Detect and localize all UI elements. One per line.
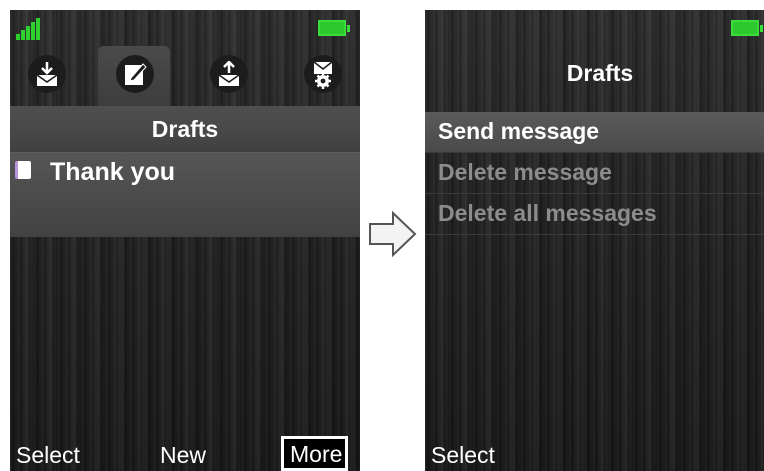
menu-item-delete-message[interactable]: Delete message xyxy=(425,153,764,194)
menu-item-label: Delete all messages xyxy=(438,200,657,226)
page-title: Drafts xyxy=(566,60,634,86)
drafts-options-screen: Drafts Send message Delete message Delet… xyxy=(425,10,764,471)
softkey-select[interactable]: Select xyxy=(16,442,80,469)
message-folder-tabs xyxy=(10,46,360,106)
right-arrow-icon xyxy=(369,211,417,257)
softkey-more[interactable]: More xyxy=(281,436,349,471)
tab-message-settings[interactable] xyxy=(286,46,358,106)
tab-outbox[interactable] xyxy=(192,46,264,106)
page-title: Drafts xyxy=(151,116,219,142)
outbox-upload-icon xyxy=(218,61,240,86)
battery-icon xyxy=(318,20,350,36)
inbox-download-icon xyxy=(36,62,58,86)
message-subject: Thank you xyxy=(50,158,176,186)
menu-item-label: Send message xyxy=(438,118,600,144)
menu-item-send-message[interactable]: Send message xyxy=(425,112,764,153)
drafts-list-screen: Drafts Thank you Select New More xyxy=(10,10,360,471)
menu-item-delete-all-messages[interactable]: Delete all messages xyxy=(425,194,764,235)
draft-message-icon xyxy=(15,161,31,179)
title-band: Drafts xyxy=(10,106,360,152)
message-settings-icon xyxy=(313,61,333,89)
signal-strength-icon xyxy=(16,18,42,40)
status-bar xyxy=(10,10,360,46)
list-item[interactable]: Thank you xyxy=(10,152,360,237)
softkey-select[interactable]: Select xyxy=(431,442,495,469)
softkey-new[interactable]: New xyxy=(160,442,206,469)
tab-drafts[interactable] xyxy=(98,46,170,106)
status-bar xyxy=(425,10,764,46)
tab-inbox[interactable] xyxy=(10,46,82,106)
battery-icon xyxy=(731,20,763,36)
menu-item-label: Delete message xyxy=(438,159,612,185)
drafts-pencil-icon xyxy=(125,63,147,85)
